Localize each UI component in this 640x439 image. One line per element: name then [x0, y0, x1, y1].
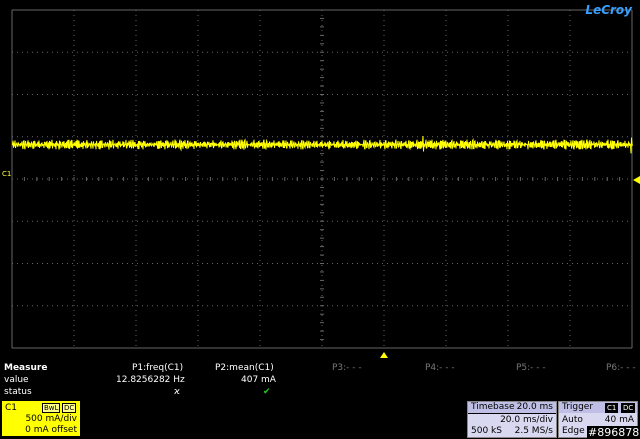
channel-name: C1 — [5, 403, 18, 413]
status-row-label: status — [4, 387, 32, 397]
graticule — [11, 9, 640, 358]
timebase-delay: 20.0 ms — [516, 402, 553, 412]
param-p2-name[interactable]: P2:mean(C1) — [215, 363, 274, 373]
sample-rate: 2.5 MS/s — [514, 426, 553, 436]
param-p6-name[interactable]: P6:- - - — [606, 363, 636, 373]
param-p2-status-check-icon: ✔ — [263, 387, 271, 397]
trigger-position-marker — [380, 352, 388, 358]
param-p1-status-icon: ϰ — [174, 387, 180, 397]
waveform-display[interactable]: LeCroy C1 — [0, 0, 640, 360]
trigger-source-tag: C1 — [605, 403, 619, 413]
trigger-label: Trigger — [562, 402, 594, 412]
photo-watermark: #896878 — [587, 426, 640, 439]
value-row-label: value — [4, 375, 29, 385]
trigger-mode: Auto — [562, 415, 583, 425]
measure-panel[interactable]: Measure P1:freq(C1) P2:mean(C1) P3:- - -… — [0, 360, 640, 398]
param-p2-value: 407 mA — [241, 375, 276, 385]
measure-header: Measure — [4, 363, 48, 373]
channel-ground-marker: C1 — [2, 170, 12, 178]
param-p3-name[interactable]: P3:- - - — [332, 363, 362, 373]
param-p1-name[interactable]: P1:freq(C1) — [132, 363, 183, 373]
grid-lines — [11, 9, 633, 349]
volts-per-div: 500 mA/div — [25, 414, 77, 424]
param-p4-name[interactable]: P4:- - - — [425, 363, 455, 373]
timebase-descriptor[interactable]: Timebase 20.0 ms 20.0 ms/div 500 kS 2.5 … — [467, 401, 557, 438]
trigger-type: Edge — [562, 426, 585, 436]
timebase-label: Timebase — [471, 402, 515, 412]
time-per-div: 20.0 ms/div — [500, 415, 553, 425]
coupling-tag: DC — [62, 403, 77, 413]
trigger-level-marker — [633, 176, 640, 184]
status-bar: C1 BwL DC 500 mA/div 0 mA offset Timebas… — [0, 399, 640, 439]
channel-offset: 0 mA offset — [25, 425, 77, 435]
trigger-level: 40 mA — [604, 415, 634, 425]
channel-c1-descriptor[interactable]: C1 BwL DC 500 mA/div 0 mA offset — [2, 401, 80, 436]
trigger-descriptor[interactable]: Trigger C1 DC Auto 40 mA Edge #896878 — [558, 401, 640, 439]
lecroy-logo: LeCroy — [585, 3, 632, 17]
bandwidth-limit-tag: BwL — [42, 403, 61, 413]
trigger-coupling-tag: DC — [621, 403, 636, 413]
param-p5-name[interactable]: P5:- - - — [516, 363, 546, 373]
sample-count: 500 kS — [471, 426, 502, 436]
param-p1-value: 12.8256282 Hz — [116, 375, 185, 385]
